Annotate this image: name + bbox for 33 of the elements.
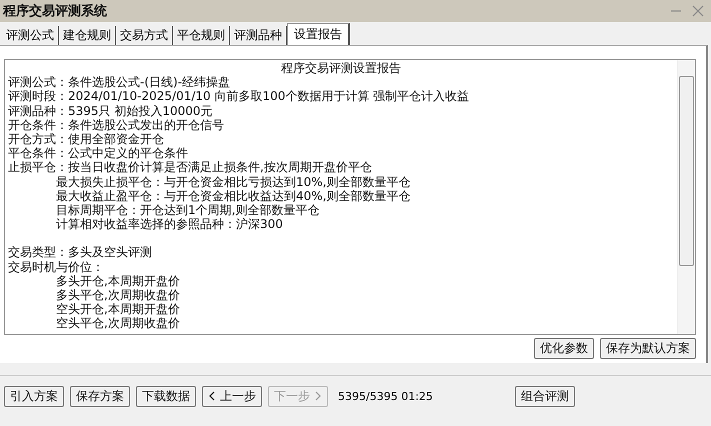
report-line: 开仓条件：条件选股公式发出的开仓信号 — [8, 118, 225, 132]
report-line: 评测时段：2024/01/10-2025/01/10 向前多取100个数据用于计算 强制平仓计入收益 — [8, 89, 470, 104]
report-line: 多头开仓,本周期开盘价 — [56, 274, 181, 288]
chevron-icon — [208, 391, 216, 401]
window-title: 程序交易评测系统 — [3, 2, 107, 20]
report-line: 空头平仓,次周期收盘价 — [56, 316, 181, 331]
report-title: 程序交易评测设置报告 — [280, 61, 402, 76]
report-line: 最大损失止损平仓：与开仓资金相比亏损达到10%,则全部数量平仓 — [56, 174, 412, 189]
toolbar-button[interactable]: 上一步 — [202, 386, 262, 406]
panel-button[interactable]: 保存为默认方案 — [600, 338, 696, 359]
report-line: 交易时机与价位： — [8, 260, 105, 274]
report-line: 评测品种：5395只 初始投入10000元 — [8, 104, 214, 118]
chevron-icon — [314, 391, 322, 401]
toolbar-button[interactable]: 保存方案 — [70, 386, 130, 406]
status-text: 5395/5395 01:25 — [338, 390, 433, 402]
report-line: 计算相对收益率选择的参照品种：沪深300 — [56, 217, 284, 232]
panel-button[interactable]: 优化参数 — [534, 338, 594, 359]
toolbar-button[interactable]: 引入方案 — [4, 386, 64, 406]
report-line: 评测公式：条件选股公式-(日线)-经纬操盘 — [8, 75, 232, 90]
tab[interactable]: 设置报告 — [287, 23, 350, 45]
report-line: 目标周期平仓：开仓达到1个周期,则全部数量平仓 — [56, 203, 320, 218]
report-line: 空头开仓,本周期开盘价 — [56, 302, 181, 316]
scrollbar-thumb[interactable] — [679, 76, 694, 266]
report-line: 最大收益止盈平仓：与开仓资金相比收益达到40%,则全部数量平仓 — [56, 188, 412, 204]
toolbar-button[interactable]: 组合评测 — [514, 386, 575, 406]
scrollbar[interactable] — [677, 60, 695, 334]
report-line: 交易类型：多头及空头评测 — [8, 245, 153, 260]
report-line: 平仓条件：公式中定义的平仓条件 — [8, 146, 189, 160]
report-line: 止损平仓：按当日收盘价计算是否满足止损条件,按次周期开盘价平仓 — [8, 160, 373, 175]
close-icon[interactable] — [691, 4, 705, 18]
report-line: 开仓方式：使用全部资金开仓 — [8, 132, 165, 146]
toolbar-button[interactable]: 下载数据 — [136, 386, 196, 406]
report-line: 多头平仓,次周期收盘价 — [56, 288, 181, 302]
